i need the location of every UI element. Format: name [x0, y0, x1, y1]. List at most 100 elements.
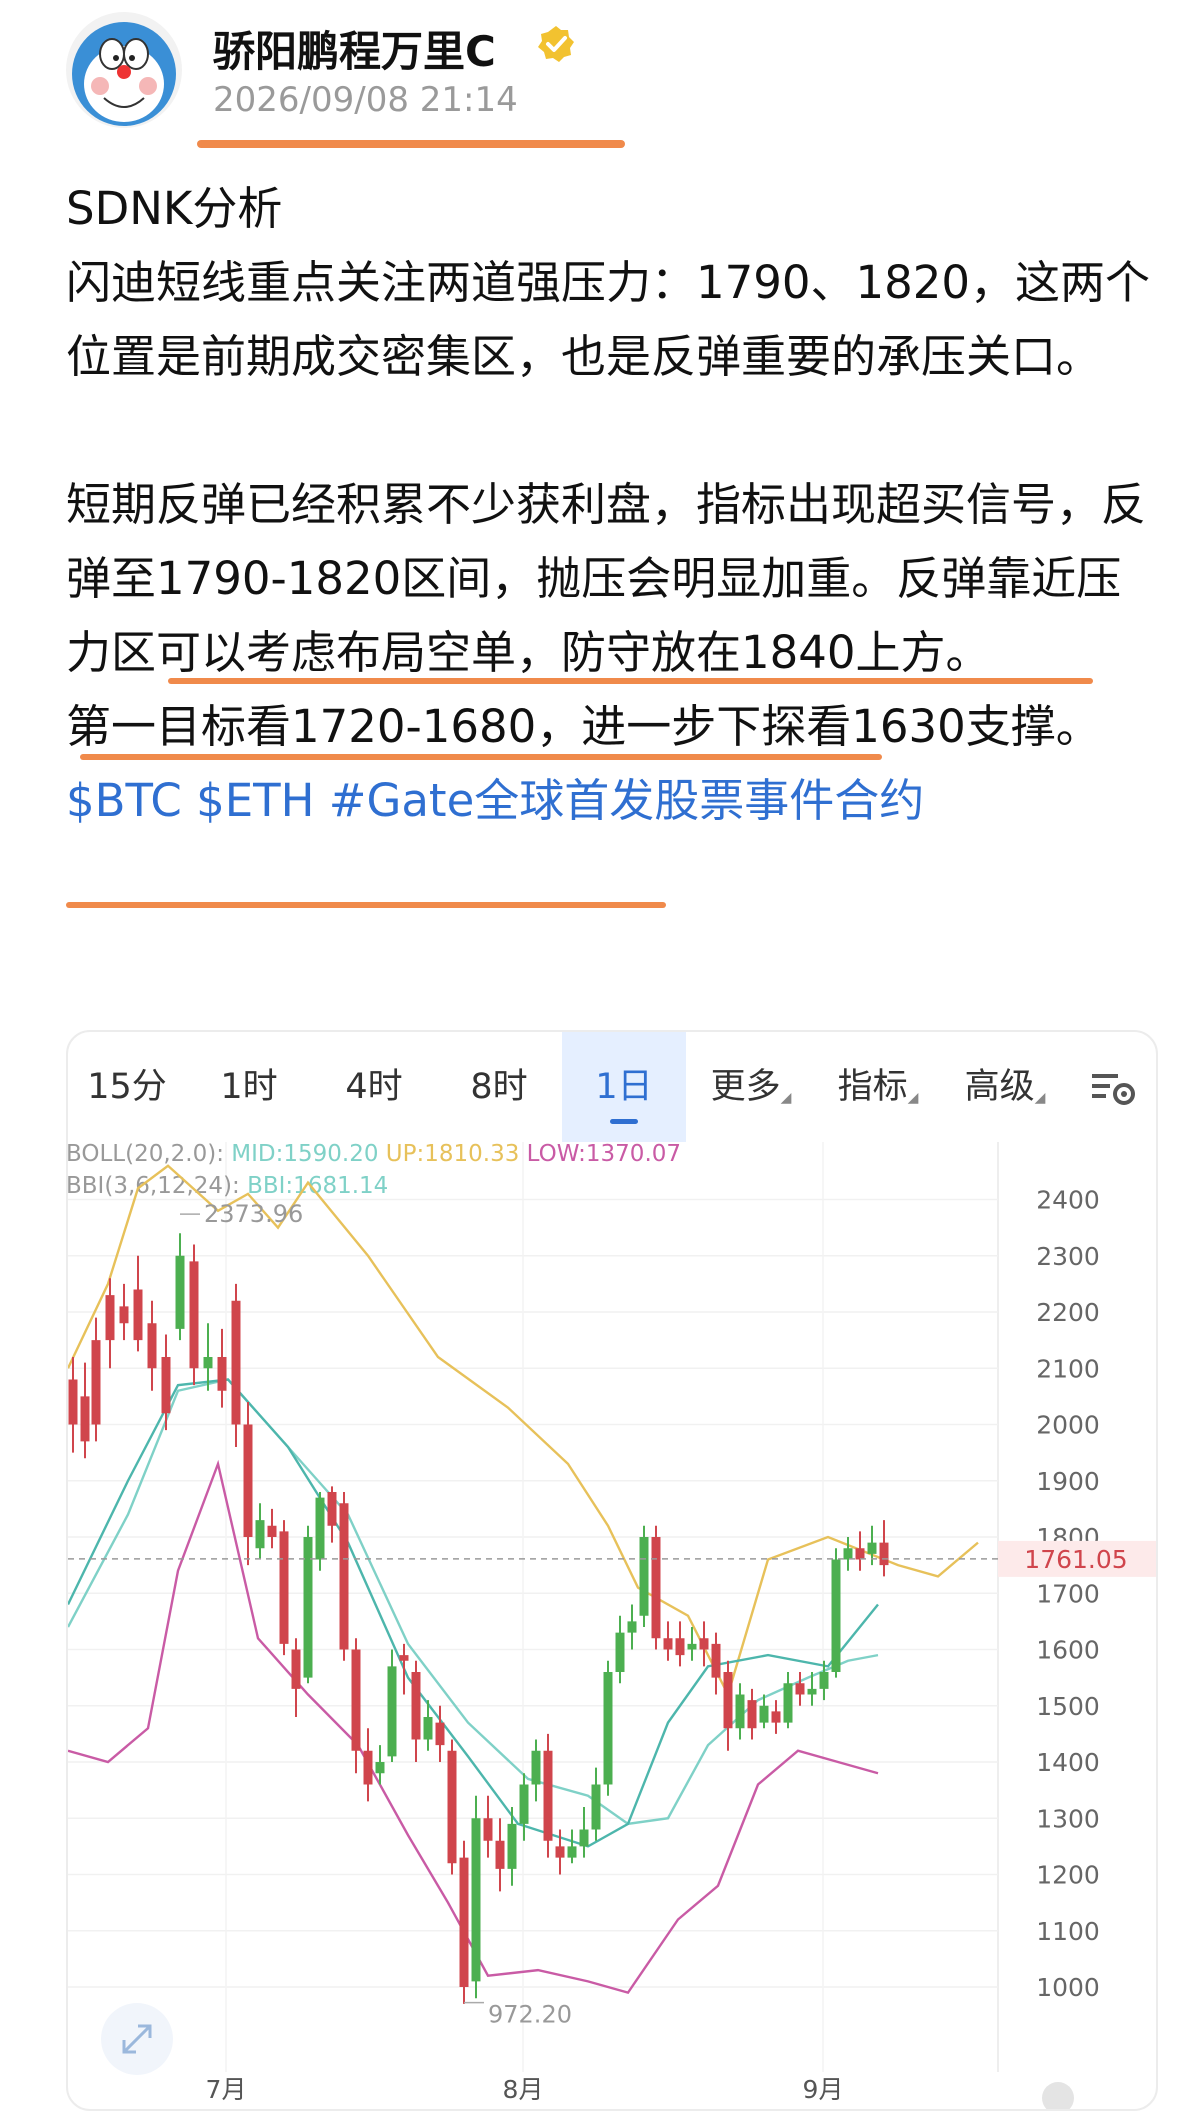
candle-body [495, 1840, 505, 1869]
y-tick-label: 1900 [1036, 1467, 1100, 1496]
candle-body [615, 1632, 625, 1672]
y-tick-label: 1200 [1036, 1861, 1100, 1890]
candle-body [68, 1379, 78, 1425]
candle-body [291, 1649, 301, 1689]
candle-body [627, 1621, 637, 1633]
candle-body [459, 1857, 469, 1987]
y-tick-label: 2300 [1036, 1242, 1100, 1271]
candle-body [783, 1683, 793, 1723]
candle-body [867, 1542, 877, 1554]
candle-body [519, 1784, 529, 1824]
candle-body [189, 1261, 199, 1369]
y-tick-label: 2400 [1036, 1186, 1100, 1215]
current-price-label: 1761.05 [1024, 1545, 1127, 1574]
candle-body [119, 1306, 129, 1324]
post-paragraph-1: 闪迪短线重点关注两道强压力：1790、1820，这两个位置是前期成交密集区，也是… [66, 256, 1151, 383]
candle-body [375, 1762, 385, 1774]
candle-body [161, 1357, 171, 1414]
candle-body [267, 1525, 277, 1537]
candle-body [411, 1672, 421, 1740]
candle-body [80, 1396, 90, 1442]
candle-body [133, 1289, 143, 1341]
candle-body [639, 1537, 649, 1616]
avatar[interactable] [66, 12, 182, 128]
candle-body [351, 1649, 361, 1751]
highlight-underline [66, 902, 666, 908]
post-paragraph-3: 第一目标看1720-1680，进一步下探看1630支撑。 [66, 700, 1101, 753]
candle-body [543, 1750, 553, 1841]
candle-body [435, 1722, 445, 1746]
candle-body [483, 1818, 493, 1841]
candle-body [747, 1700, 757, 1729]
candle-body [735, 1694, 745, 1729]
post-time: 2026/09/08 21:14 [213, 80, 518, 120]
candle-body [399, 1655, 409, 1661]
y-tick-label: 1000 [1036, 1973, 1100, 2002]
y-tick-label: 1500 [1036, 1692, 1100, 1721]
kline-card: 15分 1时 4时 8时 1日 更多◢ 指标◢ 高级◢ 1000 1100 1200… [66, 1030, 1158, 2111]
candle-body [243, 1424, 253, 1537]
y-tick-label: 1400 [1036, 1748, 1100, 1777]
post-title: SDNK分析 [66, 182, 283, 235]
candle-body [759, 1705, 769, 1723]
x-tick-label: 7月 [206, 2075, 247, 2104]
candle-body [315, 1497, 325, 1560]
candle-body [663, 1638, 673, 1650]
candle-body [387, 1666, 397, 1757]
max-price-label: 2373.96 [204, 1200, 303, 1228]
candle-body [217, 1357, 227, 1391]
time-underline [197, 140, 625, 148]
candle-body [675, 1638, 685, 1656]
candle-body [303, 1537, 313, 1678]
post-body: SDNK分析 闪迪短线重点关注两道强压力：1790、1820，这两个位置是前期成… [66, 172, 1156, 838]
candle-body [507, 1823, 517, 1869]
candle-body [579, 1829, 589, 1847]
candle-body [879, 1542, 889, 1566]
y-tick-label: 1100 [1036, 1917, 1100, 1946]
candle-body [231, 1300, 241, 1425]
candle-body [855, 1548, 865, 1560]
candle-body [339, 1503, 349, 1650]
candle-body [105, 1295, 115, 1341]
candle-body [603, 1672, 613, 1785]
y-tick-label: 1600 [1036, 1636, 1100, 1665]
candle-body [651, 1537, 661, 1639]
author-name[interactable]: 骄阳鹏程万里C [213, 18, 496, 79]
candle-body [423, 1717, 433, 1740]
candle-body [471, 1818, 481, 1982]
candle-body [711, 1643, 721, 1678]
candle-body [699, 1638, 709, 1650]
candle-body [771, 1711, 781, 1723]
candle-body [831, 1559, 841, 1672]
candle-body [567, 1846, 577, 1858]
boll-legend: BOLL(20,2.0): MID:1590.20 UP:1810.33 LOW… [68, 1141, 681, 1167]
verified-badge-icon [538, 26, 574, 62]
candle-body [843, 1548, 853, 1560]
min-price-label: 972.20 [488, 2001, 572, 2029]
candle-body [91, 1340, 101, 1425]
bbi-line [68, 1378, 879, 1848]
candle-body [327, 1492, 337, 1526]
highlight-underline [80, 754, 882, 760]
candle-body [795, 1683, 805, 1695]
candle-body [555, 1846, 565, 1858]
candle-body [363, 1750, 373, 1785]
kline-chart[interactable]: 1000110012001300140015001600170018001900… [68, 1032, 1156, 2109]
post-tags-link[interactable]: $BTC $ETH #Gate全球首发股票事件合约 [66, 764, 1156, 838]
post-paragraph-2: 短期反弹已经积累不少获利盘，指标出现超买信号，反弹至1790-1820区间，抛压… [66, 478, 1147, 679]
y-tick-label: 1700 [1036, 1579, 1100, 1608]
y-tick-label: 2000 [1036, 1411, 1100, 1440]
bbi-legend: BBI(3,6,12,24): BBI:1681.14 [68, 1173, 388, 1199]
candle-body [147, 1323, 157, 1369]
y-tick-label: 2200 [1036, 1298, 1100, 1327]
candle-body [531, 1750, 541, 1785]
doraemon-avatar-icon [72, 22, 176, 126]
candle-body [807, 1688, 817, 1695]
candle-body [203, 1357, 213, 1369]
candle-body [175, 1255, 185, 1329]
y-tick-label: 1300 [1036, 1804, 1100, 1833]
candle-body [255, 1520, 265, 1549]
x-tick-label: 8月 [503, 2075, 544, 2104]
candle-body [819, 1672, 829, 1689]
candle-body [279, 1531, 289, 1644]
